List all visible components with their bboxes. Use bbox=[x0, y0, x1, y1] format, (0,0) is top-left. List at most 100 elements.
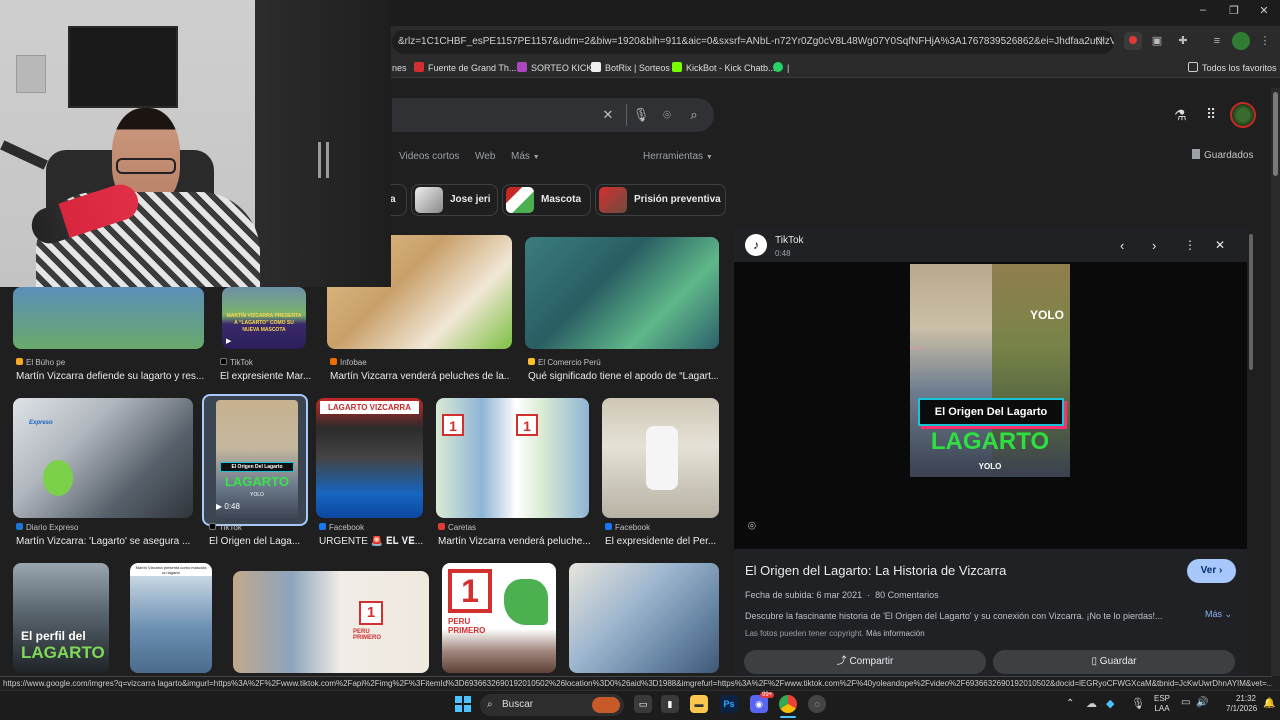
status-url: https://www.google.com/imgres?q=vizcarra… bbox=[0, 676, 1272, 690]
whatsapp-bookmark[interactable]: | bbox=[773, 61, 789, 75]
result-image[interactable]: LAGARTO VIZCARRA bbox=[316, 398, 423, 518]
view-button[interactable]: Ver › bbox=[1187, 559, 1236, 583]
whatsapp-icon bbox=[773, 62, 783, 72]
result-caption[interactable]: URGENTE 🚨 𝐄𝐋 𝐕𝐄... bbox=[319, 536, 423, 547]
maximize-icon[interactable]: ❐ bbox=[1224, 4, 1244, 17]
address-bar[interactable]: &rlz=1C1CHBF_esPE1157PE1157&udm=2&biw=19… bbox=[392, 30, 1114, 54]
tray-icon[interactable]: ◆ bbox=[1106, 697, 1114, 710]
chip-mascota[interactable]: Mascota bbox=[502, 184, 591, 216]
search-icon[interactable]: ⌕ bbox=[685, 107, 703, 123]
thumb-text: PERU PRIMERO bbox=[448, 617, 486, 635]
active-indicator bbox=[780, 716, 796, 718]
video-cover[interactable]: ♥ ● ● YOLO El Origen Del Lagarto LAGARTO… bbox=[910, 264, 1070, 477]
next-icon[interactable]: › bbox=[1152, 238, 1156, 253]
puzzle-icon[interactable]: ✚ bbox=[1174, 32, 1192, 50]
bookmark-item[interactable]: SORTEO KICK bbox=[517, 61, 592, 75]
language-indicator[interactable]: ESP LAA bbox=[1154, 694, 1170, 714]
tab-videos-cortos[interactable]: Videos cortos bbox=[399, 151, 459, 162]
all-bookmarks[interactable]: Todos los favoritos bbox=[1188, 61, 1277, 75]
close-panel-icon[interactable]: ✕ bbox=[1215, 238, 1225, 252]
chevron-down-icon: ▼ bbox=[705, 154, 713, 161]
chip-prision-preventiva[interactable]: Prisión preventiva bbox=[595, 184, 726, 216]
profile-avatar-icon[interactable] bbox=[1232, 32, 1250, 50]
microphone-icon[interactable]: 🎙 bbox=[1131, 697, 1145, 710]
network-icon[interactable]: ▭ bbox=[1181, 697, 1190, 708]
chrome-menu-icon[interactable]: ⋮ bbox=[1256, 32, 1274, 50]
result-image[interactable] bbox=[569, 563, 719, 673]
chip-jose-jeri[interactable]: Jose jeri bbox=[411, 184, 498, 216]
notifications-icon[interactable]: 🔔 bbox=[1263, 698, 1275, 709]
stickers-icon: ♥ ● ● bbox=[910, 346, 922, 352]
app-icon[interactable]: ◌ bbox=[808, 695, 826, 713]
result-caption[interactable]: Qué significado tiene el apodo de “Lagar… bbox=[528, 371, 718, 382]
panel-scrollbar[interactable] bbox=[1249, 234, 1253, 370]
tray-expand-icon[interactable]: ⌃ bbox=[1066, 698, 1074, 709]
result-image[interactable]: El perfil del LAGARTO bbox=[13, 563, 109, 673]
share-button[interactable]: ⤴ Compartir bbox=[744, 650, 986, 674]
close-window-icon[interactable]: ✕ bbox=[1254, 4, 1274, 17]
lens-camera-icon[interactable]: ⌾ bbox=[658, 107, 676, 123]
clear-search-icon[interactable]: ✕ bbox=[599, 107, 617, 123]
search-icon: ⌕ bbox=[487, 699, 493, 710]
windows-start-icon[interactable] bbox=[455, 696, 471, 712]
file-explorer-icon[interactable]: ▬ bbox=[690, 695, 708, 713]
bookmark-star-icon[interactable]: ☆ bbox=[1094, 34, 1105, 48]
media-control-icon[interactable]: ≡ bbox=[1208, 32, 1226, 50]
task-view-icon[interactable]: ▭ bbox=[634, 695, 652, 713]
result-caption[interactable]: El expresidente del Per... bbox=[605, 536, 717, 547]
save-button[interactable]: ▯ Guardar bbox=[993, 650, 1235, 674]
result-caption[interactable]: Martín Vizcarra defiende su lagarto y re… bbox=[16, 371, 206, 382]
microphone-icon[interactable]: 🎙 bbox=[632, 107, 650, 123]
result-image[interactable]: Martín Vizcarra presenta como mascota un… bbox=[130, 563, 212, 673]
bookmark-item[interactable]: Fuente de Grand Th... bbox=[414, 61, 516, 75]
extension-icon[interactable]: ▣ bbox=[1148, 32, 1166, 50]
bookmark-item[interactable]: nes bbox=[392, 61, 407, 75]
photoshop-icon[interactable]: Ps bbox=[720, 695, 738, 713]
result-image[interactable] bbox=[525, 237, 719, 349]
extension-red-icon[interactable] bbox=[1124, 32, 1142, 50]
minimize-icon[interactable]: – bbox=[1193, 4, 1213, 16]
result-image[interactable] bbox=[602, 398, 719, 518]
result-source: Facebook bbox=[319, 523, 364, 532]
bookmark-item[interactable]: BotRix | Sorteos bbox=[591, 61, 670, 75]
panel-title[interactable]: El Origen del Lagarto: La Historia de Vi… bbox=[745, 563, 1006, 578]
panel-source[interactable]: TikTok bbox=[775, 235, 804, 246]
tab-mas[interactable]: Más ▼ bbox=[511, 151, 540, 162]
labs-flask-icon[interactable]: ⚗ bbox=[1174, 107, 1187, 124]
clock[interactable]: 21:32 7/1/2026 bbox=[1226, 694, 1257, 714]
chrome-icon[interactable] bbox=[779, 695, 797, 713]
result-caption[interactable]: Martín Vizcarra: 'Lagarto' se asegura ..… bbox=[16, 536, 196, 547]
notification-badge: 99+ bbox=[760, 692, 775, 698]
more-options-icon[interactable]: ⋮ bbox=[1184, 238, 1196, 252]
tools-button[interactable]: Herramientas ▼ bbox=[643, 151, 713, 162]
bookmark-item[interactable]: KickBot - Kick Chatb... bbox=[672, 61, 776, 75]
scrollbar-thumb[interactable] bbox=[1273, 92, 1278, 176]
account-avatar[interactable] bbox=[1230, 102, 1256, 128]
result-caption[interactable]: El expresiente Mar... bbox=[220, 371, 312, 382]
result-image[interactable]: 1 PERU PRIMERO bbox=[233, 571, 429, 673]
logo-icon: 1 bbox=[359, 601, 383, 625]
previous-icon[interactable]: ‹ bbox=[1120, 238, 1124, 253]
saved-button[interactable]: Guardados bbox=[1192, 149, 1253, 161]
app-icon[interactable]: ▮ bbox=[661, 695, 679, 713]
more-link[interactable]: Más ⌄ bbox=[1205, 609, 1232, 620]
result-image-selected[interactable]: El Origen Del Lagarto LAGARTO YOLO ▶ 0:4… bbox=[202, 394, 308, 526]
result-image[interactable]: Expreso bbox=[13, 398, 193, 518]
result-caption[interactable]: El Origen del Laga... bbox=[209, 536, 305, 547]
result-image[interactable]: 1 1 bbox=[436, 398, 589, 518]
page-scrollbar[interactable] bbox=[1271, 88, 1280, 676]
result-caption[interactable]: Martín Vizcarra venderá peluches de la..… bbox=[330, 371, 510, 382]
tray-icon[interactable]: ☁ bbox=[1086, 697, 1097, 710]
result-image[interactable] bbox=[13, 287, 204, 349]
lens-search-icon[interactable]: ⌾ bbox=[748, 518, 756, 534]
result-image-tiktok[interactable]: MARTÍN VIZCARRA PRESENTA A “LAGARTO” COM… bbox=[222, 287, 306, 349]
volume-icon[interactable]: 🔊 bbox=[1196, 697, 1208, 708]
result-caption[interactable]: Martín Vizcarra venderá peluche... bbox=[438, 536, 590, 547]
thumb-text: Expreso bbox=[29, 420, 53, 426]
tab-web[interactable]: Web bbox=[475, 151, 495, 162]
result-source: El Comercio Perú bbox=[528, 358, 601, 367]
apps-grid-icon[interactable]: ⠿ bbox=[1206, 106, 1216, 123]
chevron-right-icon: › bbox=[1219, 565, 1223, 576]
result-image[interactable]: 1 PERU PRIMERO bbox=[442, 563, 556, 673]
more-info-link[interactable]: Más información bbox=[866, 629, 925, 638]
